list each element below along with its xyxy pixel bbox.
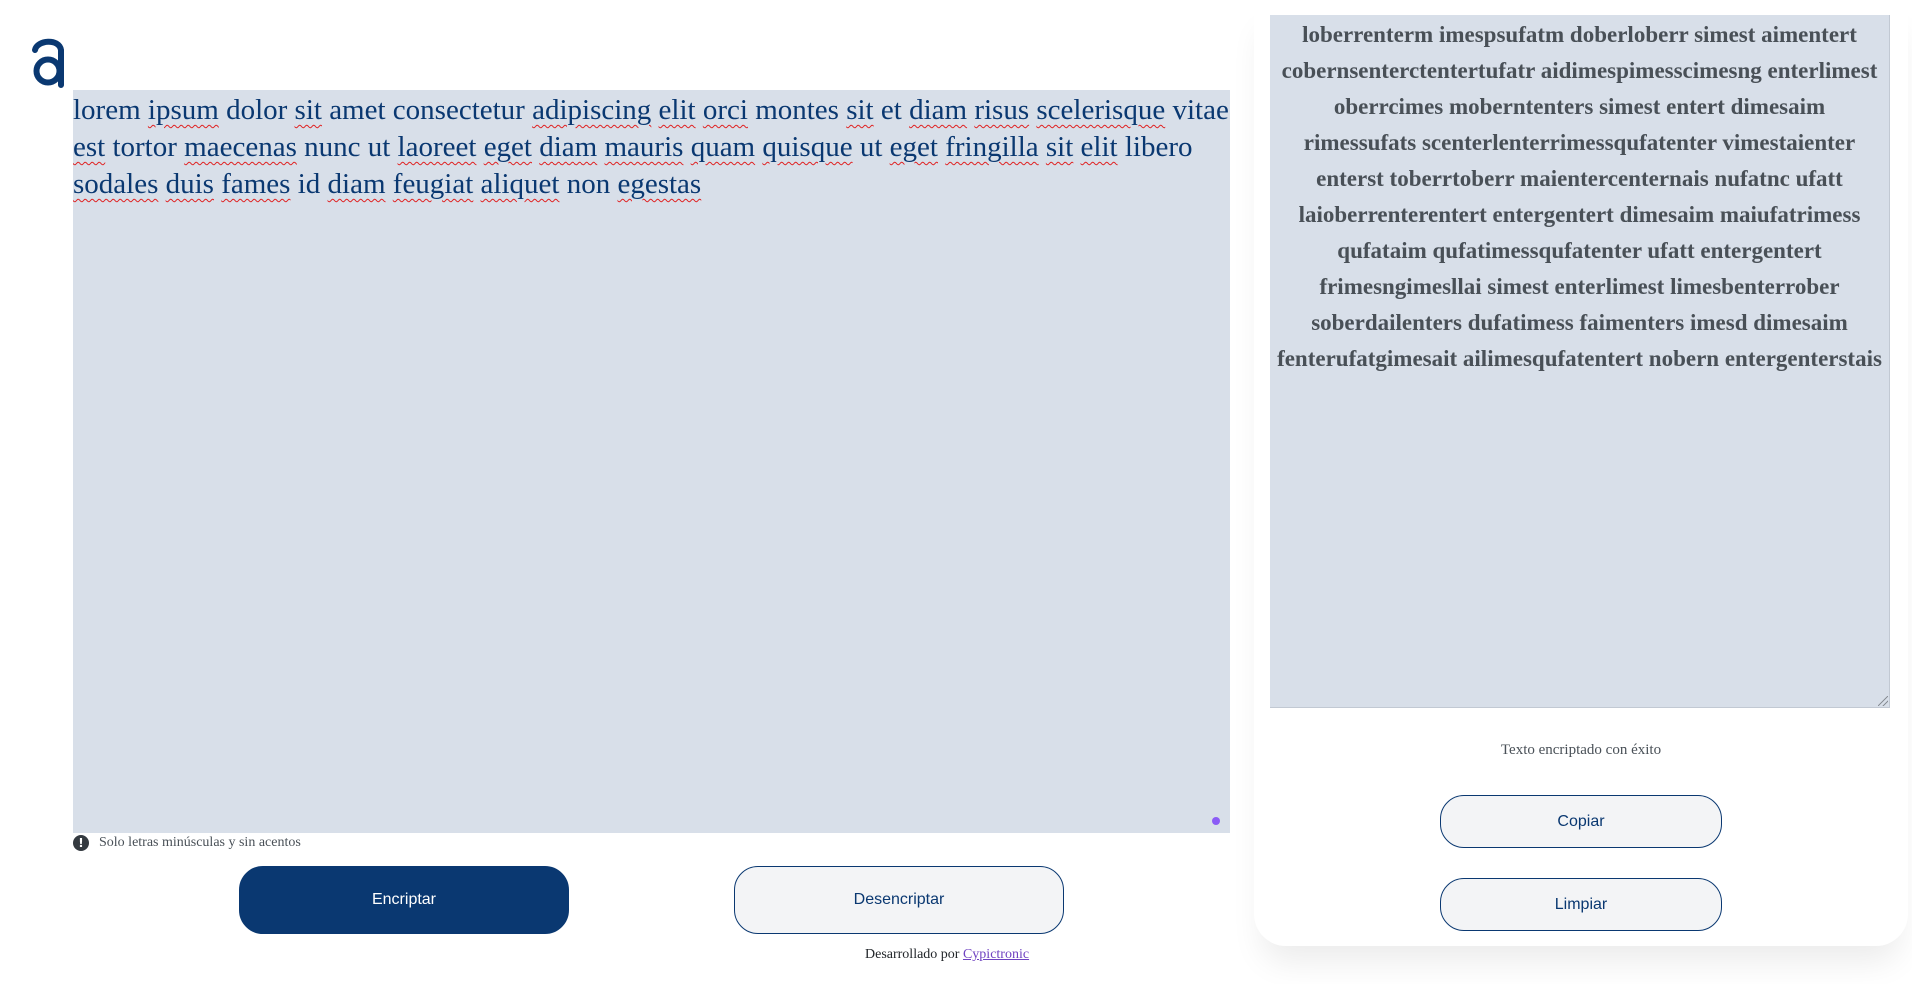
resize-grip-icon[interactable] [1878,696,1888,706]
input-word: elit [658,94,696,126]
input-word: eget [889,131,938,163]
input-word: id [297,168,321,200]
input-word: sodales [73,168,159,200]
footer-prefix: Desarrollado por [865,947,960,962]
status-message: Texto encriptado con éxito [1500,742,1662,758]
input-word: amet [329,94,386,126]
input-word: feugiat [392,168,474,200]
input-word: egestas [617,168,702,200]
output-panel: loberrenterm imespsufatm doberloberr sim… [1254,0,1908,946]
input-word: laoreet [397,131,477,163]
input-word: ut [859,131,883,163]
footer-author-link[interactable]: Cypictronic [963,947,1029,962]
input-word: vitae [1172,94,1229,126]
output-textarea[interactable]: loberrenterm imespsufatm doberloberr sim… [1270,15,1890,708]
input-word: nunc [304,131,361,163]
input-word: libero [1124,131,1193,163]
input-text[interactable]: lorem ipsum dolor sit amet consectetur a… [73,90,1230,203]
input-word: eget [483,131,532,163]
input-word: sit [1045,131,1074,163]
footer: Desarrollado por Cypictronic [865,947,1029,963]
exclamation-circle-icon: ! [73,835,89,851]
input-word: sit [846,94,874,126]
resize-handle[interactable] [1212,817,1220,825]
input-word: ipsum [147,94,219,126]
input-word: sit [294,94,322,126]
input-word: diam [539,131,598,163]
output-text: loberrenterm imespsufatm doberloberr sim… [1277,22,1882,371]
input-textarea[interactable]: lorem ipsum dolor sit amet consectetur a… [73,90,1230,833]
input-word: montes [755,94,839,126]
input-word: consectetur [392,94,525,126]
input-word: fringilla [945,131,1039,163]
input-word: adipiscing [532,94,652,126]
copy-button[interactable]: Copiar [1440,795,1722,848]
input-word: scelerisque [1036,94,1166,126]
input-word: elit [1080,131,1118,163]
input-word: non [566,168,611,200]
input-word: mauris [604,131,684,163]
decrypt-button[interactable]: Desencriptar [734,866,1064,934]
clear-button[interactable]: Limpiar [1440,878,1722,931]
input-word: diam [327,168,386,200]
input-word: quisque [762,131,853,163]
input-word: maecenas [184,131,297,163]
input-word: duis [165,168,214,200]
input-word: dolor [226,94,288,126]
encrypt-button[interactable]: Encriptar [239,866,569,934]
input-word: tortor [112,131,177,163]
input-word: fames [221,168,291,200]
brand-logo-icon [32,38,64,88]
input-word: est [73,131,106,163]
input-word: quam [690,131,756,163]
input-word: orci [702,94,748,126]
input-hint: ! Solo letras minúsculas y sin acentos [73,834,301,852]
input-word: ut [367,131,391,163]
hint-text: Solo letras minúsculas y sin acentos [99,835,301,850]
input-word: et [880,94,902,126]
input-word: risus [974,94,1030,126]
input-word: lorem [73,94,141,126]
input-word: aliquet [480,168,560,200]
input-word: diam [909,94,968,126]
